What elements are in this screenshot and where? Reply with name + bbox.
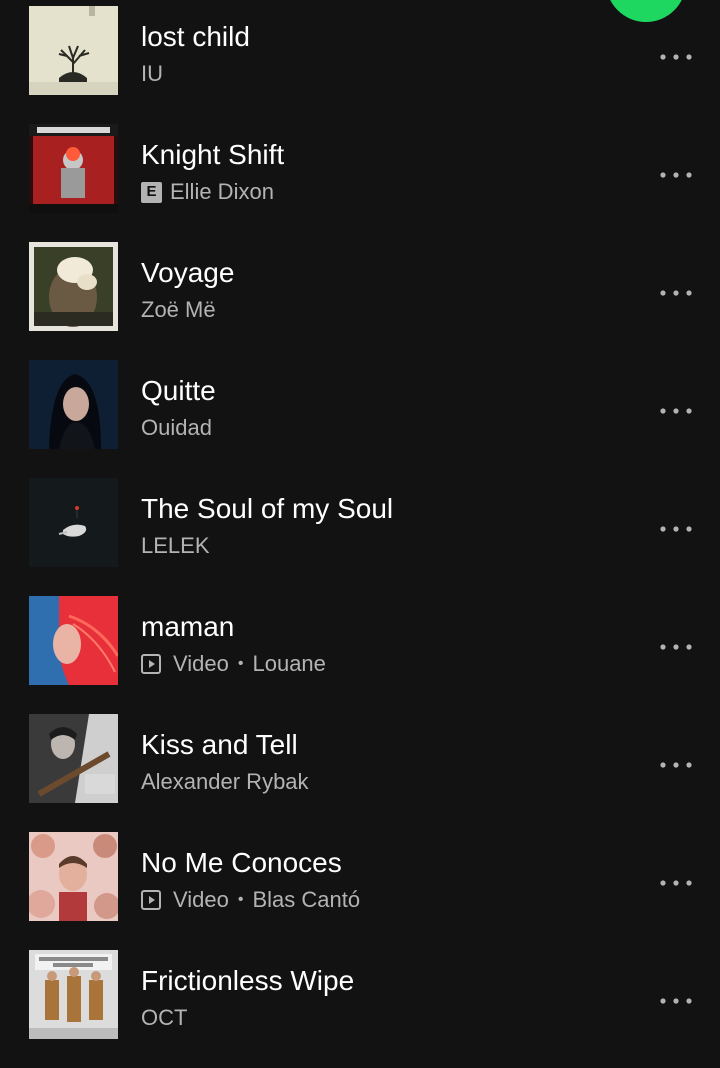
more-options-icon[interactable] <box>654 160 698 190</box>
track-title: maman <box>141 611 235 642</box>
track-row[interactable]: maman Video • Louane <box>0 596 720 714</box>
track-subtitle: Video • Louane <box>141 650 326 678</box>
track-subtitle: E Ellie Dixon <box>141 178 274 206</box>
track-title: Kiss and Tell <box>141 729 298 760</box>
track-row[interactable]: No Me Conoces Video • Blas Cantó <box>0 832 720 950</box>
more-options-icon[interactable] <box>654 986 698 1016</box>
track-row[interactable]: The Soul of my Soul LELEK <box>0 478 720 596</box>
track-artist: IU <box>141 61 163 86</box>
album-art <box>29 242 118 331</box>
track-artist: Ellie Dixon <box>170 179 274 204</box>
track-row[interactable]: Frictionless Wipe OCT <box>0 950 720 1068</box>
album-art <box>29 6 118 95</box>
track-subtitle: IU <box>141 60 163 88</box>
separator-dot: • <box>237 655 244 672</box>
track-title: Quitte <box>141 375 216 406</box>
track-row[interactable]: Knight Shift E Ellie Dixon <box>0 124 720 242</box>
album-art <box>29 714 118 803</box>
track-artist: Blas Cantó <box>252 887 361 912</box>
track-title: Voyage <box>141 257 235 288</box>
track-subtitle: Ouidad <box>141 414 212 442</box>
track-artist: Zoë Më <box>141 297 216 322</box>
more-options-icon[interactable] <box>654 514 698 544</box>
more-options-icon[interactable] <box>654 632 698 662</box>
track-row[interactable]: Quitte Ouidad <box>0 360 720 478</box>
album-art <box>29 950 118 1039</box>
track-title: lost child <box>141 21 250 52</box>
track-row[interactable]: Voyage Zoë Më <box>0 242 720 360</box>
track-artist: OCT <box>141 1005 188 1030</box>
more-options-icon[interactable] <box>654 396 698 426</box>
track-subtitle: LELEK <box>141 532 210 560</box>
track-subtitle: Zoë Më <box>141 296 216 324</box>
track-subtitle: OCT <box>141 1004 187 1032</box>
explicit-badge: E <box>141 181 162 203</box>
track-title: Frictionless Wipe <box>141 965 355 996</box>
more-options-icon[interactable] <box>654 42 698 72</box>
track-row[interactable]: lost child IU <box>0 6 720 124</box>
track-subtitle: Video • Blas Cantó <box>141 886 360 914</box>
video-label: Video <box>173 651 229 676</box>
more-options-icon[interactable] <box>654 278 698 308</box>
album-art <box>29 832 118 921</box>
track-artist: Louane <box>252 651 326 676</box>
album-art <box>29 596 118 685</box>
album-art <box>29 124 118 213</box>
track-title: The Soul of my Soul <box>141 493 394 524</box>
album-art <box>29 360 118 449</box>
more-options-icon[interactable] <box>654 750 698 780</box>
video-icon <box>141 654 161 674</box>
track-row[interactable]: Kiss and Tell Alexander Rybak <box>0 714 720 832</box>
track-artist: Alexander Rybak <box>141 769 309 794</box>
separator-dot: • <box>237 891 244 908</box>
video-icon <box>141 890 161 910</box>
track-subtitle: Alexander Rybak <box>141 768 309 796</box>
video-label: Video <box>173 887 229 912</box>
track-title: No Me Conoces <box>141 847 342 878</box>
track-artist: LELEK <box>141 533 210 558</box>
more-options-icon[interactable] <box>654 868 698 898</box>
track-title: Knight Shift <box>141 139 285 170</box>
album-art <box>29 478 118 567</box>
track-artist: Ouidad <box>141 415 212 440</box>
